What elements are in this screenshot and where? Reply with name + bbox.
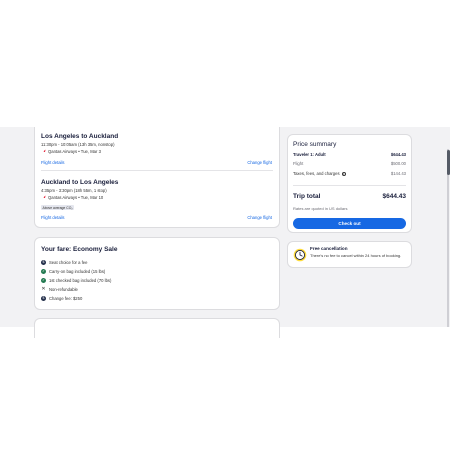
outbound-airline-text: Qantas Airways • Tue, Mar 3 [48, 149, 101, 154]
return-route-title: Auckland to Los Angeles [41, 179, 119, 186]
scrollbar-track[interactable] [447, 149, 449, 327]
fare-item: ✓ 1st checked bag included (70 lbs) [41, 278, 111, 283]
clock-icon [293, 248, 307, 262]
fare-item-text: Carry-on bag included (15 lbs) [49, 269, 106, 274]
fare-item: $ Change fee: $250 [41, 296, 82, 301]
dollar-icon: $ [41, 295, 46, 301]
fare-card: Your fare: Economy Sale $ Seat choice fo… [34, 237, 280, 310]
flight-amount: $500.00 [390, 161, 406, 166]
outbound-flight-details-link[interactable]: Flight details [41, 160, 65, 165]
traveler-row: Traveler 1: Adult $644.43 [293, 152, 406, 157]
return-time: 4:35pm - 3:30pm (18h 55m, 1 stop) [41, 188, 107, 193]
dollar-icon: $ [41, 259, 46, 265]
close-icon: ✕ [41, 286, 46, 292]
info-icon[interactable]: i [341, 172, 346, 176]
next-section-card [34, 318, 280, 338]
outbound-change-flight-link[interactable]: Change flight [247, 160, 272, 165]
return-airline-text: Qantas Airways • Tue, Mar 10 [48, 195, 104, 200]
free-cancellation-title: Free cancellation [310, 246, 348, 251]
flight-label: Flight [293, 161, 304, 166]
free-cancellation-text: There's no fee to cancel within 24 hours… [310, 253, 402, 258]
price-divider [293, 185, 406, 186]
taxes-label: Taxes, fees, and charges [293, 171, 340, 176]
qantas-logo-icon [41, 195, 46, 200]
outbound-time: 11:30pm - 10:05am (13h 35m, nonstop) [41, 142, 115, 147]
traveler-label: Traveler 1: Adult [293, 152, 326, 157]
free-cancellation-card: Free cancellation There's no fee to canc… [287, 241, 412, 268]
traveler-amount: $644.43 [390, 152, 406, 157]
return-change-flight-link[interactable]: Change flight [247, 215, 272, 220]
price-summary-card: Price summary Traveler 1: Adult $644.43 … [287, 134, 412, 233]
taxes-row: Taxes, fees, and charges i $144.43 [293, 171, 406, 176]
trip-total-label: Trip total [293, 193, 321, 200]
trip-total-amount: $644.43 [382, 193, 407, 200]
price-summary-title: Price summary [293, 141, 337, 148]
taxes-amount: $144.43 [390, 171, 406, 176]
fare-item-text: Non-refundable [49, 287, 78, 292]
trip-total-row: Trip total $644.43 [293, 193, 406, 200]
check-icon: ✓ [41, 277, 46, 283]
fare-item: ✕ Non-refundable [41, 286, 78, 293]
check-icon: ✓ [41, 268, 46, 274]
rates-note: Rates are quoted in US dollars [293, 206, 348, 211]
check-out-button[interactable]: Check out [293, 218, 406, 229]
fare-item-text: 1st checked bag included (70 lbs) [49, 278, 112, 283]
fare-title: Your fare: Economy Sale [41, 246, 118, 253]
qantas-logo-icon [41, 149, 46, 154]
co2-badge: Above average CO₂ [41, 205, 75, 210]
flights-divider [41, 170, 273, 171]
fare-item-text: Seat choice for a fee [49, 260, 88, 265]
outbound-route-title: Los Angeles to Auckland [41, 133, 119, 140]
fare-item-text: Change fee: $250 [49, 296, 83, 301]
flight-row: Flight $500.00 [293, 161, 406, 166]
outbound-airline: Qantas Airways • Tue, Mar 3 [41, 149, 101, 154]
fare-item: $ Seat choice for a fee [41, 260, 87, 265]
return-airline: Qantas Airways • Tue, Mar 10 [41, 195, 103, 200]
return-flight-details-link[interactable]: Flight details [41, 215, 65, 220]
fare-item: ✓ Carry-on bag included (15 lbs) [41, 269, 105, 274]
flights-card: Los Angeles to Auckland 11:30pm - 10:05a… [34, 127, 280, 228]
taxes-label-group: Taxes, fees, and charges i [293, 171, 346, 176]
